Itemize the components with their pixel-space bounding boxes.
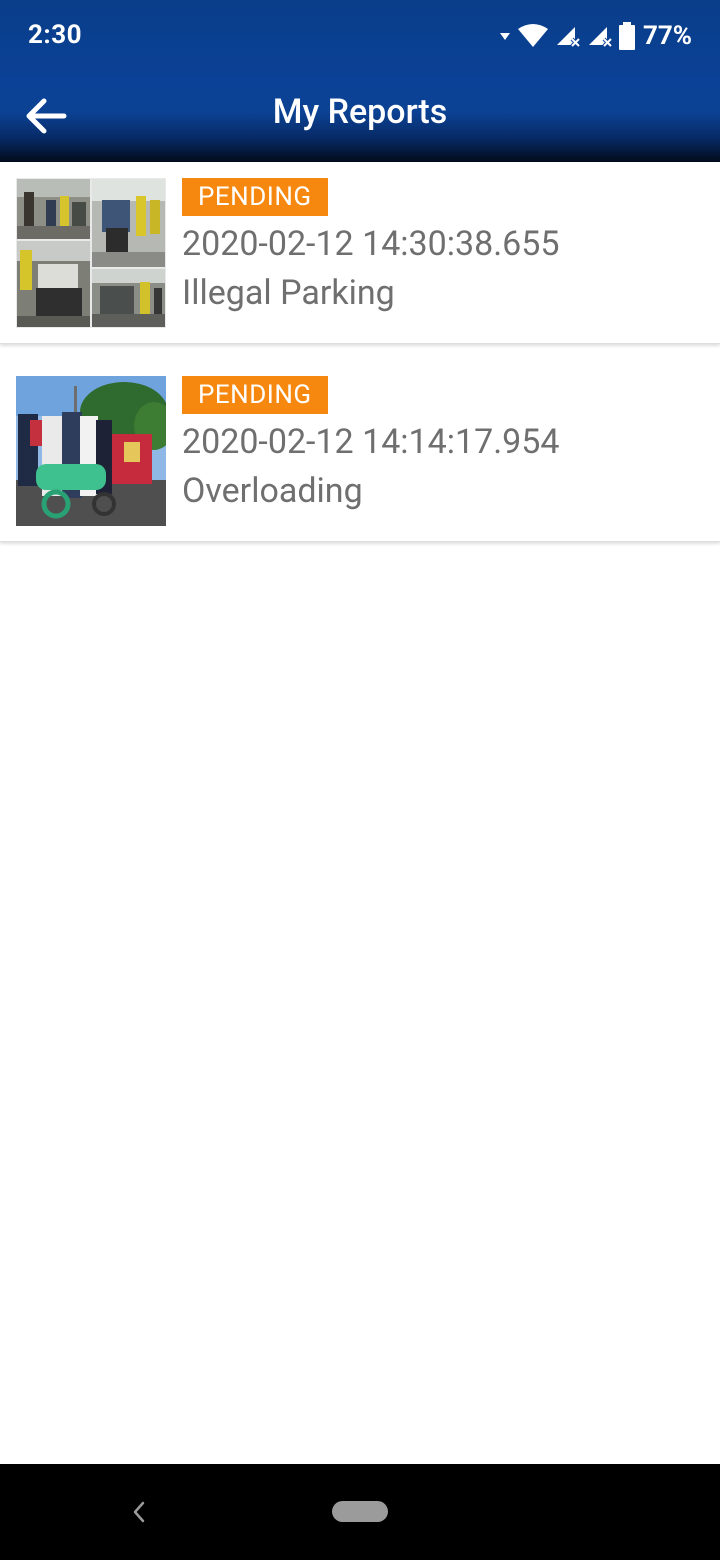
status-icons: 77% [499, 18, 692, 54]
home-pill-icon[interactable] [332, 1501, 388, 1522]
report-item[interactable]: PENDING 2020-02-12 14:30:38.655 Illegal … [0, 162, 720, 344]
system-nav-bar [0, 1464, 720, 1560]
header: 2:30 77% My Reports [0, 0, 720, 162]
report-type: Illegal Parking [182, 273, 395, 313]
report-type: Overloading [182, 471, 363, 511]
notification-dropdown-icon [499, 33, 510, 40]
report-datetime: 2020-02-12 14:30:38.655 [182, 224, 560, 264]
battery-icon [618, 22, 635, 50]
nav-back-button[interactable] [124, 1496, 154, 1528]
battery-percent: 77% [642, 21, 692, 51]
report-photo-image [16, 376, 166, 526]
report-datetime: 2020-02-12 14:14:17.954 [182, 422, 560, 462]
report-photo[interactable] [16, 376, 166, 526]
wifi-icon [517, 24, 548, 47]
status-time: 2:30 [28, 20, 83, 50]
status-bar: 2:30 77% [0, 0, 720, 72]
report-photo-grid[interactable] [16, 178, 166, 328]
signal-icon [556, 27, 581, 48]
page-title: My Reports [272, 92, 448, 132]
app-bar: My Reports [0, 72, 720, 162]
report-item[interactable]: PENDING 2020-02-12 14:14:17.954 Overload… [0, 360, 720, 542]
chevron-left-icon [133, 1501, 145, 1523]
photo-collage-image [16, 178, 166, 328]
signal-icon [588, 27, 613, 48]
report-list: PENDING 2020-02-12 14:30:38.655 Illegal … [0, 162, 720, 542]
status-badge: PENDING [182, 178, 328, 216]
status-badge: PENDING [182, 376, 328, 414]
